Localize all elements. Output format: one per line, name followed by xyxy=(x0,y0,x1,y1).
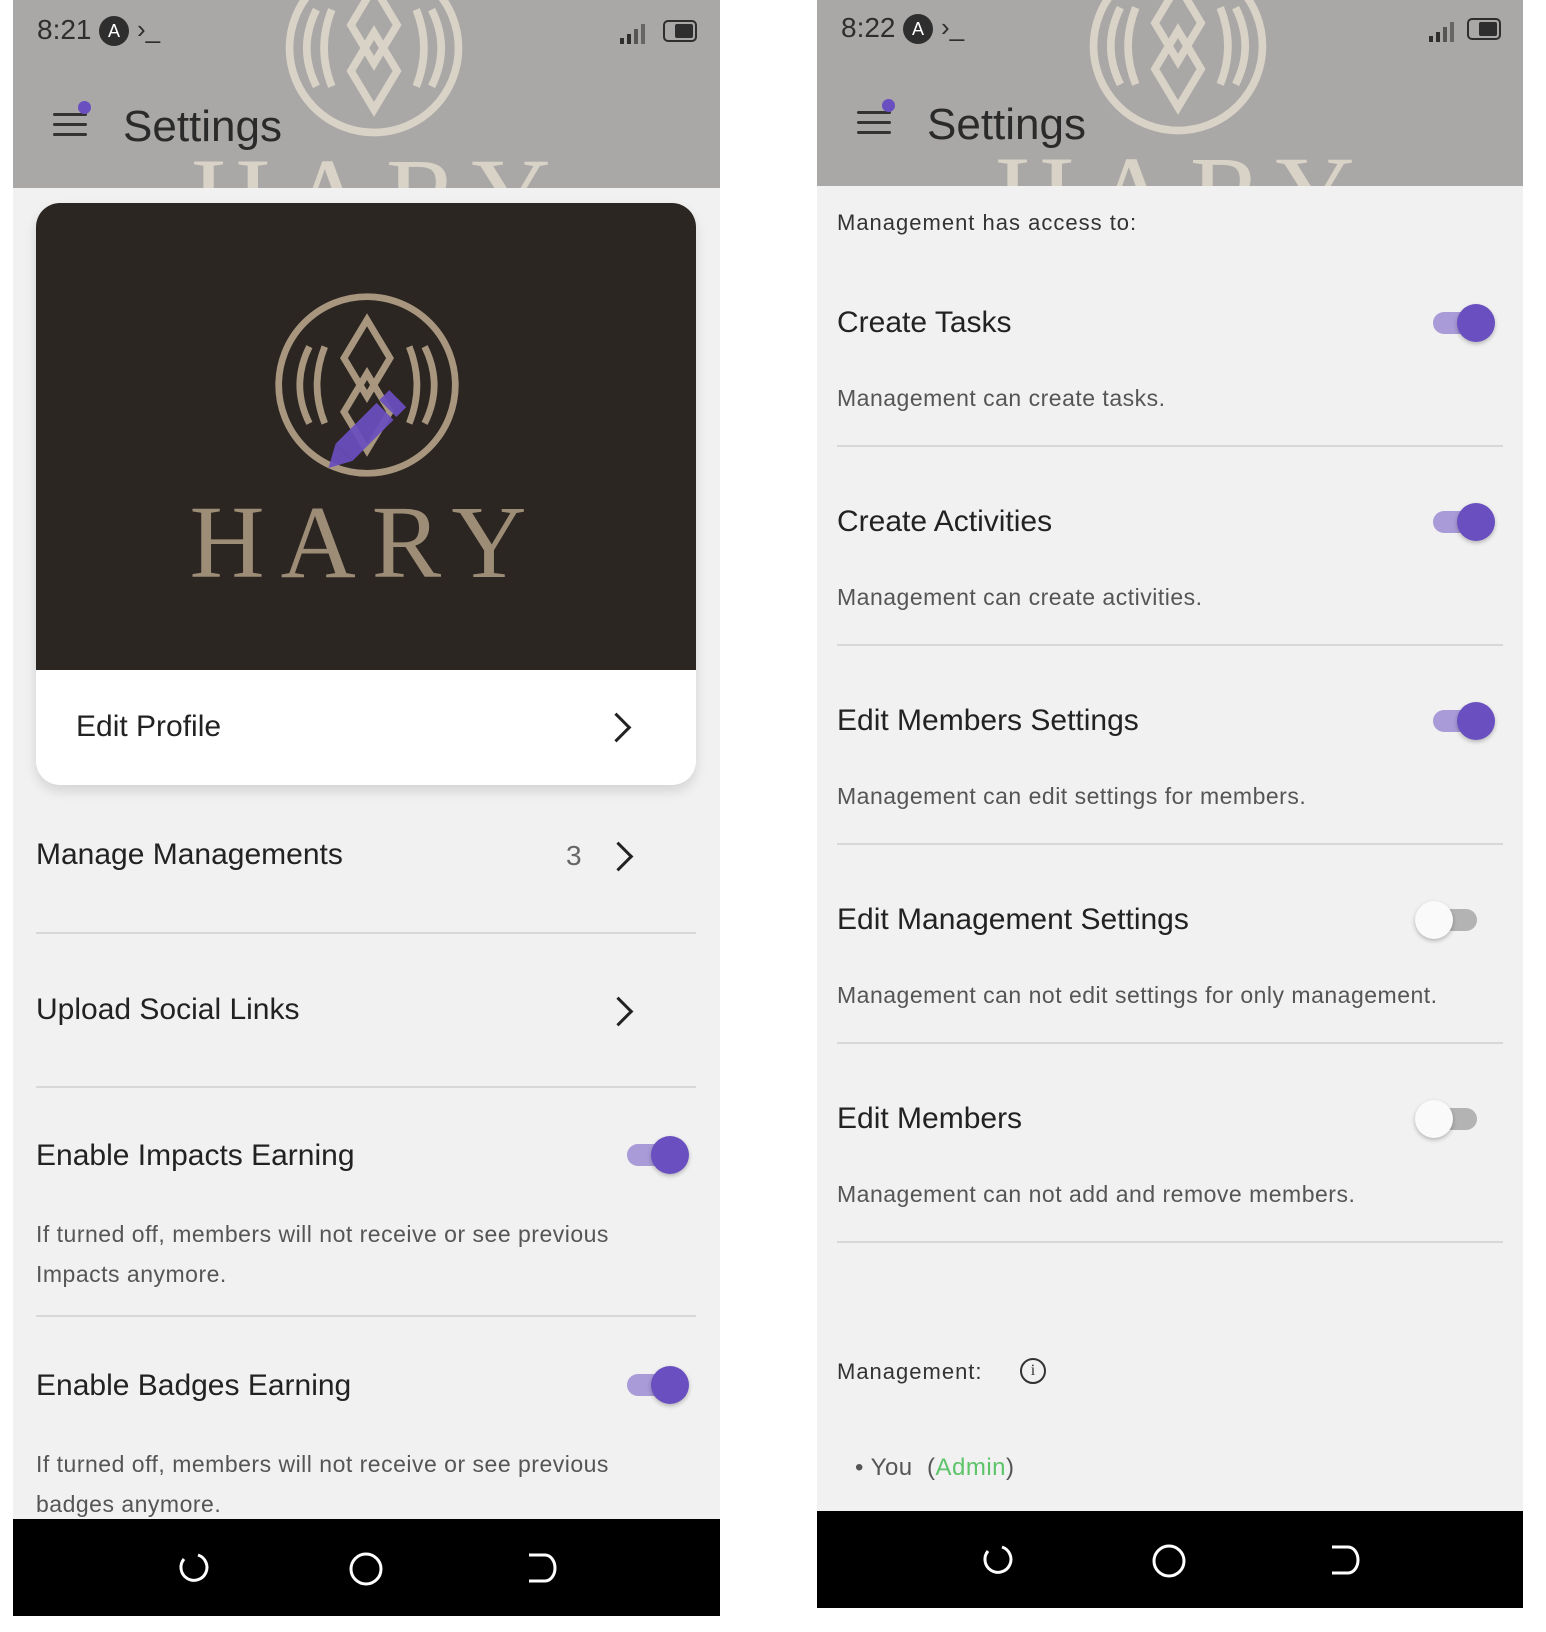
divider xyxy=(36,932,696,934)
setting-title: Enable Impacts Earning xyxy=(36,1139,355,1172)
battery-icon xyxy=(663,20,697,42)
nav-recent-icon[interactable] xyxy=(523,1551,557,1585)
status-time: 8:22 xyxy=(841,12,896,43)
access-section-label: Management has access to: xyxy=(837,210,1138,235)
divider xyxy=(36,1086,696,1088)
system-nav-bar xyxy=(817,1511,1523,1608)
status-terminal-icon: ›_ xyxy=(137,14,161,44)
phone-screen-left: HARY 8:21 A ›_ Settings HARY xyxy=(13,0,720,1616)
divider xyxy=(837,843,1503,845)
setting-description: If turned off, members will not receive … xyxy=(36,1221,609,1287)
chevron-right-icon xyxy=(603,996,634,1027)
edit-profile-row[interactable]: Edit Profile xyxy=(36,670,696,785)
member-name: You xyxy=(870,1454,913,1481)
impacts-earning-toggle[interactable] xyxy=(623,1134,689,1174)
notification-dot xyxy=(882,99,895,112)
page-title: Settings xyxy=(123,102,282,151)
system-nav-bar xyxy=(13,1519,720,1616)
permission-title: Create Activities xyxy=(837,505,1053,538)
permission-description: Management can create activities. xyxy=(837,584,1203,610)
status-notification-icon: A xyxy=(99,16,129,46)
nav-home-icon[interactable] xyxy=(348,1551,384,1587)
menu-button[interactable] xyxy=(53,101,93,141)
member-role: Admin xyxy=(935,1454,1006,1481)
brand-logo-icon xyxy=(285,0,463,137)
row-title: Manage Managements xyxy=(36,838,343,871)
info-icon[interactable]: i xyxy=(1020,1358,1046,1384)
nav-back-icon[interactable] xyxy=(980,1543,1014,1577)
chevron-right-icon xyxy=(603,841,634,872)
app-header: HARY 8:21 A ›_ Settings xyxy=(13,0,720,188)
count-badge: 3 xyxy=(566,840,582,871)
brand-logo-icon xyxy=(1089,0,1267,135)
divider xyxy=(837,1042,1503,1044)
app-header: HARY 8:22 A ›_ Settings xyxy=(817,0,1523,186)
status-time: 8:21 xyxy=(37,14,92,45)
edit-management-settings-toggle[interactable] xyxy=(1415,899,1481,939)
create-tasks-toggle[interactable] xyxy=(1429,302,1495,342)
menu-button[interactable] xyxy=(857,99,897,139)
permission-description: Management can not add and remove member… xyxy=(837,1181,1356,1207)
page-title: Settings xyxy=(927,100,1086,149)
nav-recent-icon[interactable] xyxy=(1326,1543,1360,1577)
member-list-item: • You (Admin) xyxy=(855,1454,1015,1481)
row-title: Upload Social Links xyxy=(36,993,300,1026)
chevron-right-icon xyxy=(601,712,632,743)
signal-icon xyxy=(1429,22,1454,42)
setting-description: If turned off, members will not receive … xyxy=(36,1451,609,1517)
permission-description: Management can edit settings for members… xyxy=(837,783,1307,809)
permission-title: Edit Members Settings xyxy=(837,704,1139,737)
permission-title: Create Tasks xyxy=(837,306,1012,339)
setting-title: Enable Badges Earning xyxy=(36,1369,352,1402)
permission-title: Edit Management Settings xyxy=(837,903,1189,936)
nav-back-icon[interactable] xyxy=(176,1551,210,1585)
create-activities-toggle[interactable] xyxy=(1429,501,1495,541)
management-section-label: Management: xyxy=(837,1359,983,1384)
edit-profile-label: Edit Profile xyxy=(76,710,222,743)
permission-title: Edit Members xyxy=(837,1102,1023,1135)
permission-description: Management can not edit settings for onl… xyxy=(837,982,1438,1008)
status-terminal-icon: ›_ xyxy=(941,12,965,42)
badges-earning-toggle[interactable] xyxy=(623,1364,689,1404)
divider xyxy=(36,1315,696,1317)
signal-icon xyxy=(620,24,645,44)
status-notification-icon: A xyxy=(903,14,933,44)
notification-dot xyxy=(78,101,91,114)
nav-home-icon[interactable] xyxy=(1151,1543,1187,1579)
edit-members-settings-toggle[interactable] xyxy=(1429,700,1495,740)
divider xyxy=(837,644,1503,646)
battery-icon xyxy=(1467,18,1501,40)
edit-members-toggle[interactable] xyxy=(1415,1098,1481,1138)
divider xyxy=(837,445,1503,447)
brand-wordmark: HARY xyxy=(189,485,543,600)
profile-image[interactable]: HARY xyxy=(36,203,696,670)
permission-description: Management can create tasks. xyxy=(837,385,1166,411)
profile-card: HARY Edit Profile xyxy=(36,203,696,785)
phone-screen-right: HARY 8:22 A ›_ Settings Management has a… xyxy=(817,0,1523,1608)
divider xyxy=(837,1241,1503,1243)
edit-pencil-icon[interactable] xyxy=(306,379,416,489)
